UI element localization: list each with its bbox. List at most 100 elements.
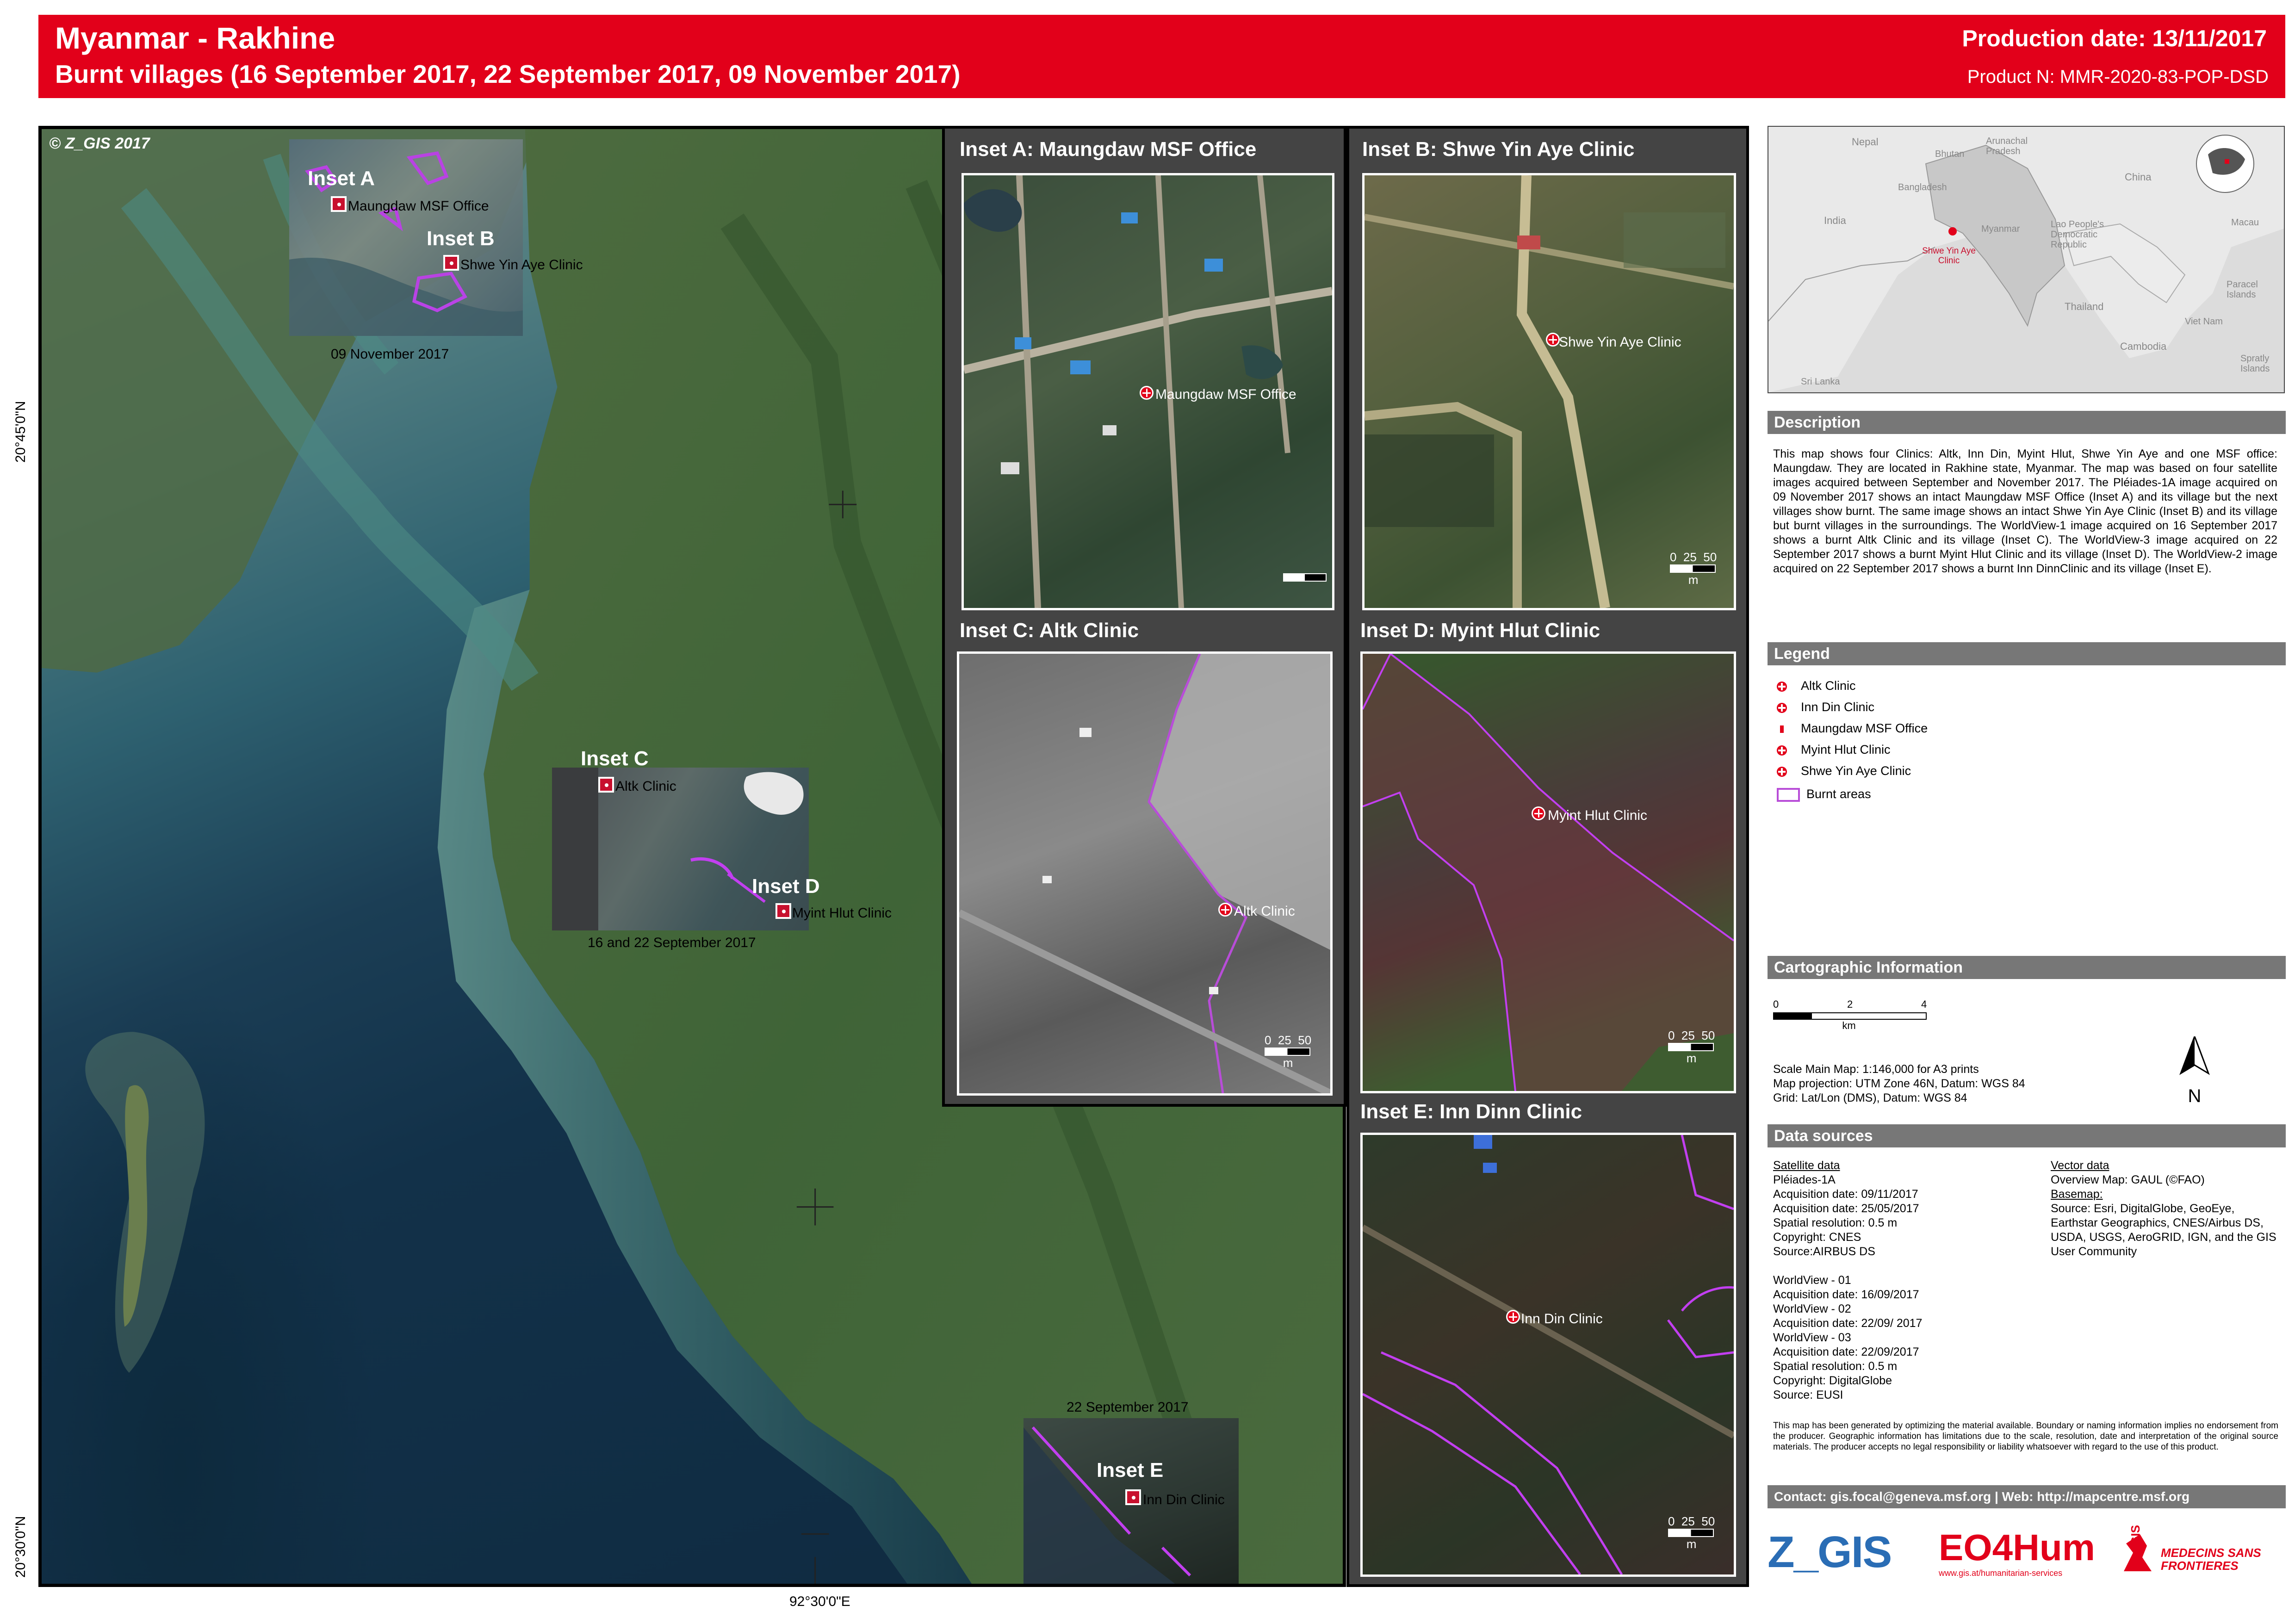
overview-map[interactable]: Nepal Arunachal Pradesh Bhutan China Ban… (1768, 126, 2285, 393)
clinic-symbol-icon (1777, 766, 1787, 777)
sat-line: Acquisition date: 09/11/2017 (1773, 1188, 1918, 1201)
ov-label-bhutan: Bhutan (1935, 149, 1965, 159)
inset-c-clinic-marker[interactable] (1218, 903, 1232, 917)
ov-label-myanmar: Myanmar (1981, 224, 2020, 234)
inset-d-scale-zero: 0 (1668, 1029, 1675, 1042)
km-tick-2: 2 (1847, 998, 1853, 1010)
inset-b-scale-unit: m (1688, 573, 1699, 587)
inset-e-label: Inn Din Clinic (1521, 1311, 1603, 1326)
carto-projection-line: Map projection: UTM Zone 46N, Datum: WGS… (1773, 1077, 2025, 1090)
ov-label-paracel: Paracel Islands (2227, 279, 2258, 300)
sat-line: Acquisition date: 22/09/2017 (1773, 1345, 1919, 1358)
km-scalebar: 0 2 4 km (1773, 998, 1940, 1032)
inset-d-image[interactable]: Myint Hlut Clinic 0 25 50 m (1360, 651, 1736, 1093)
legend-item-shwe: Shwe Yin Aye Clinic (1777, 762, 1911, 780)
main-label-altk: Altk Clinic (615, 779, 676, 794)
ov-label-cambodia: Cambodia (2120, 341, 2167, 352)
inset-b-image[interactable]: Shwe Yin Aye Clinic 0 25 50 m (1362, 173, 1736, 610)
km-tick-4: 4 (1921, 998, 1927, 1010)
inset-e-scale-mid: 25 (1681, 1514, 1695, 1528)
main-marker-altk[interactable] (598, 777, 614, 793)
clinic-symbol-icon (1777, 681, 1787, 692)
product-number: Product N: MMR-2020-83-POP-DSD (1967, 67, 2269, 87)
main-label-maungdaw: Maungdaw MSF Office (348, 198, 489, 214)
inset-b-scale-zero: 0 (1670, 550, 1677, 564)
main-marker-shwe[interactable] (443, 255, 459, 271)
ov-label-bangladesh: Bangladesh (1898, 182, 1947, 192)
eo4hum-logo-text: EO4Hum (1939, 1527, 2095, 1568)
inset-b-clinic-marker[interactable] (1546, 333, 1560, 347)
contact-bar[interactable]: Contact: gis.focal@geneva.msf.org | Web:… (1768, 1485, 2286, 1508)
inset-e-scale-zero: 0 (1668, 1514, 1675, 1528)
lat-label-bottom: 20°30'0"N (13, 1516, 28, 1578)
office-symbol-icon (1780, 725, 1784, 733)
inset-cd-extent (552, 768, 809, 930)
inset-c-scale-max: 50 (1298, 1033, 1312, 1047)
ov-label-laos: Lao People's Democratic Republic (2051, 219, 2104, 250)
main-marker-inn[interactable] (1125, 1489, 1141, 1505)
zgis-logo: Z_GIS (1768, 1527, 1892, 1582)
legend-label-shwe: Shwe Yin Aye Clinic (1801, 764, 1911, 778)
km-unit: km (1842, 1020, 1856, 1031)
main-marker-myint[interactable] (775, 903, 791, 919)
main-marker-maungdaw[interactable] (331, 196, 347, 212)
inset-e-clinic-marker[interactable] (1506, 1310, 1520, 1324)
legend-label-altk: Altk Clinic (1801, 679, 1856, 693)
data-sources-heading: Data sources (1768, 1124, 2286, 1147)
cartographic-lines: Scale Main Map: 1:146,000 for A3 prints … (1773, 1062, 2143, 1105)
ov-label-china: China (2125, 171, 2152, 183)
inset-c-title: Inset C: Altk Clinic (960, 619, 1139, 642)
ov-label-thailand: Thailand (2065, 301, 2104, 312)
inset-c-scale-zero: 0 (1265, 1033, 1272, 1047)
legend-label-burnt: Burnt areas (1806, 787, 1871, 801)
ov-label-vietnam: Viet Nam (2185, 316, 2223, 327)
insets-bde-panel: Inset B: Shwe Yin Aye Clinic Shwe Yin Ay… (1346, 126, 1749, 1587)
inset-a-label: Maungdaw MSF Office (1155, 387, 1296, 402)
legend-label-inn: Inn Din Clinic (1801, 700, 1875, 714)
inset-a-scalebar (1283, 573, 1327, 582)
basemap-heading: Basemap: (2051, 1188, 2103, 1201)
main-date-cd: 16 and 22 September 2017 (588, 935, 756, 950)
msf-logo: GIS MEDECINS SANS FRONTIERES (2115, 1525, 2286, 1585)
main-date-ab: 09 November 2017 (331, 347, 449, 362)
inset-b-scale-mid: 25 (1683, 550, 1697, 564)
map-copyright: © Z_GIS 2017 (49, 135, 150, 152)
legend-heading: Legend (1768, 642, 2286, 665)
sat-line: WorldView - 02 (1773, 1302, 1851, 1315)
inset-e-title: Inset E: Inn Dinn Clinic (1360, 1100, 1582, 1123)
inset-d-clinic-marker[interactable] (1532, 806, 1545, 820)
header-banner: Myanmar - Rakhine Burnt villages (16 Sep… (38, 15, 2285, 98)
production-date: Production date: 13/11/2017 (1962, 25, 2267, 51)
sat-line: Source: EUSI (1773, 1388, 1843, 1401)
sat-line: Spatial resolution: 0.5 m (1773, 1216, 1898, 1229)
ov-label-clinic: Shwe Yin Aye Clinic (1922, 246, 1976, 266)
inset-d-scale-mid: 25 (1681, 1029, 1695, 1042)
inset-b-title: Inset B: Shwe Yin Aye Clinic (1362, 138, 1635, 161)
main-tag-inset-d: Inset D (752, 875, 820, 898)
km-tick-0: 0 (1773, 998, 1779, 1010)
inset-e-scale-max: 50 (1701, 1514, 1715, 1528)
inset-b-scalebar: 0 25 50 m (1670, 550, 1717, 587)
inset-e-image[interactable]: Inn Din Clinic 0 25 50 m (1360, 1133, 1736, 1577)
inset-c-image[interactable]: Altk Clinic 0 25 50 m (957, 651, 1333, 1096)
cartographic-heading: Cartographic Information (1768, 956, 2286, 979)
inset-e-scalebar: 0 25 50 m (1668, 1514, 1715, 1551)
sat-line: Copyright: DigitalGlobe (1773, 1374, 1892, 1387)
sat-line: Acquisition date: 22/09/ 2017 (1773, 1317, 1923, 1330)
inset-b-scale-max: 50 (1703, 550, 1717, 564)
main-label-inn: Inn Din Clinic (1143, 1492, 1225, 1507)
map-subtitle: Burnt villages (16 September 2017, 22 Se… (55, 60, 961, 88)
description-text: This map shows four Clinics: Altk, Inn D… (1773, 447, 2277, 575)
sat-line: Source:AIRBUS DS (1773, 1245, 1875, 1258)
eo4hum-url: www.gis.at/humanitarian-services (1939, 1568, 2063, 1578)
north-label: N (2188, 1086, 2202, 1106)
inset-e-scale-unit: m (1686, 1537, 1697, 1551)
lat-label-top: 20°45'0"N (13, 401, 28, 463)
inset-a-title: Inset A: Maungdaw MSF Office (960, 138, 1257, 161)
inset-a-office-marker[interactable] (1140, 386, 1154, 400)
sat-line: Acquisition date: 25/05/2017 (1773, 1202, 1919, 1215)
inset-a-image[interactable]: Maungdaw MSF Office (961, 173, 1334, 610)
basemap-text: Source: Esri, DigitalGlobe, GeoEye, Eart… (2051, 1202, 2276, 1258)
ov-label-india: India (1824, 215, 1846, 226)
main-tag-inset-e: Inset E (1097, 1459, 1164, 1481)
